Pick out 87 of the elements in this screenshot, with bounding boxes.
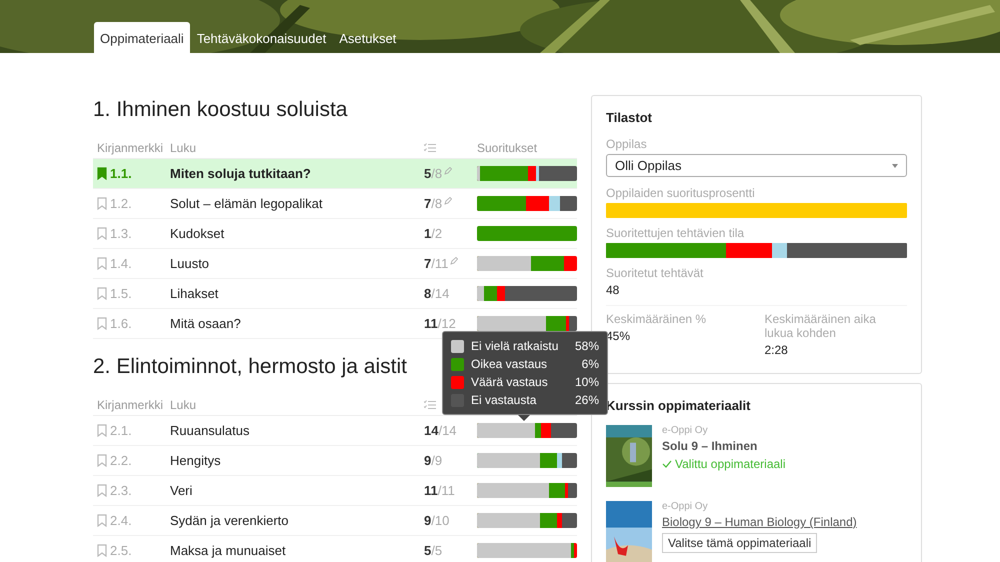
chapter-title: Solut – elämän legopalikat [170, 196, 324, 211]
column-header: Kirjanmerkki [96, 140, 164, 154]
chapter-number: 1.4. [110, 256, 132, 271]
chapter-title: Ruuansulatus [170, 423, 250, 438]
student-dropdown[interactable]: Olli Oppilas [606, 154, 907, 177]
legend-label: Ei vastausta [471, 393, 538, 407]
check-icon [662, 460, 672, 468]
status-text: Valittu oppimateriaali [675, 457, 786, 471]
chapter-number: 1.6. [110, 316, 132, 331]
tab[interactable]: Asetukset [333, 22, 402, 53]
section-heading: 1. Ihminen koostuu soluista [93, 97, 348, 123]
legend-label: Ei vielä ratkaistu [471, 339, 559, 353]
score: 7/8 [424, 196, 442, 211]
chapter-title: Maksa ja munuaiset [170, 543, 287, 558]
column-header: Suoritukset [477, 140, 538, 154]
legend-swatch [451, 376, 464, 388]
score: 9/9 [424, 453, 442, 468]
card-title: Tilastot [606, 110, 653, 125]
chapter-number: 1.2. [110, 196, 132, 211]
chapter-title: Luusto [170, 256, 210, 271]
score: 8/14 [424, 286, 450, 301]
field-label: Suoritetut tehtävät [606, 266, 704, 280]
field-label: Keskimääräinen % [606, 312, 708, 326]
checklist-icon [424, 142, 436, 152]
stat-value: 45% [606, 329, 632, 343]
score: 7/11 [424, 256, 448, 271]
chapter-title: Miten soluja tutkitaan? [170, 166, 312, 181]
choose-button[interactable]: Valitse tämä oppimateriaali [662, 533, 818, 553]
chapter-title: Sydän ja verenkierto [170, 513, 290, 528]
bookmark-icon[interactable] [97, 197, 107, 210]
stat-value: 48 [606, 283, 620, 297]
chapter-title: Hengitys [170, 453, 222, 468]
bookmark-icon[interactable] [97, 454, 107, 467]
material-link[interactable]: Biology 9 – Human Biology (Finland) [662, 515, 857, 529]
caret-icon [892, 164, 898, 168]
chapter-number: 2.4. [110, 513, 132, 528]
material-title: Solu 9 – Ihminen [662, 439, 758, 453]
column-header: Kirjanmerkki [96, 398, 164, 412]
field-label: Oppilas [606, 137, 648, 151]
legend-swatch [451, 358, 464, 370]
bookmark-icon[interactable] [97, 287, 107, 300]
checklist-icon [424, 400, 436, 410]
chapter-title: Kudokset [170, 226, 226, 241]
field-label: Suoritettujen tehtävien tila [606, 226, 746, 240]
publisher: e-Oppi Oy [662, 425, 709, 436]
chapter-number: 2.3. [110, 483, 132, 498]
bookmark-icon[interactable] [97, 257, 107, 270]
chapter-title: Mitä osaan? [170, 316, 242, 331]
chapter-number: 1.1. [110, 166, 132, 181]
bookmark-icon[interactable] [97, 514, 107, 527]
chapter-number: 2.1. [110, 423, 132, 438]
stat-value: 2:28 [764, 343, 789, 357]
legend-label: Oikea vastaus [471, 357, 548, 371]
score: 11/12 [424, 316, 456, 331]
legend-value: 6% [580, 357, 599, 371]
chapter-title: Lihakset [170, 286, 220, 301]
chapter-number: 1.5. [110, 286, 132, 301]
score: 5/8 [424, 166, 442, 181]
score: 14/14 [424, 423, 457, 438]
chapter-row[interactable]: 1.1. Miten soluja tutkitaan? 5/8 [93, 159, 577, 189]
field-label: Oppilaiden suoritusprosentti [606, 186, 756, 200]
chapter-number: 1.3. [110, 226, 132, 241]
legend-label: Väärä vastaus [471, 375, 549, 389]
chapter-title: Veri [170, 483, 194, 498]
legend-value: 10% [574, 375, 599, 389]
field-label: Keskimääräinen aika lukua kohden [764, 312, 877, 340]
bookmark-icon[interactable] [97, 227, 107, 240]
legend-swatch [451, 340, 464, 352]
score: 9/10 [424, 513, 450, 528]
bookmark-icon[interactable] [97, 544, 107, 557]
bookmark-icon[interactable] [97, 167, 107, 180]
bookmark-icon[interactable] [97, 424, 107, 437]
bookmark-icon[interactable] [97, 484, 107, 497]
publisher: e-Oppi Oy [662, 501, 709, 512]
score: 5/5 [424, 543, 442, 558]
score: 1/2 [424, 226, 442, 241]
section-heading: 2. Elintoiminnot, hermosto ja aistit [93, 354, 407, 380]
column-header: Luku [170, 140, 198, 154]
tab[interactable]: Tehtäväkokonaisuudet [190, 22, 332, 53]
tab[interactable]: Oppimateriaali [94, 22, 190, 53]
score: 11/11 [424, 483, 455, 498]
legend-value: 58% [574, 339, 599, 353]
column-header: Luku [170, 398, 198, 412]
legend-value: 26% [574, 393, 599, 407]
chapter-number: 2.5. [110, 543, 132, 558]
chapter-number: 2.2. [110, 453, 132, 468]
bookmark-icon[interactable] [97, 317, 107, 330]
